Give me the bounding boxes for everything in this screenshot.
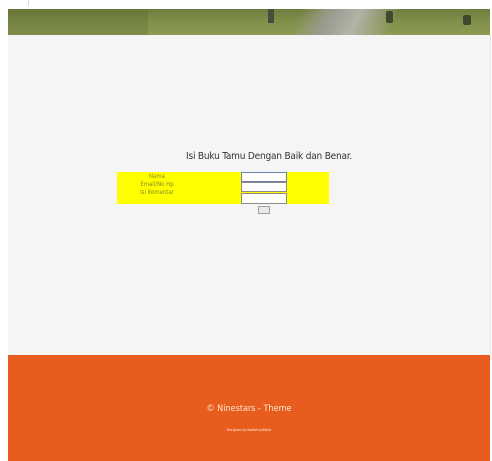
email-phone-label: Email/No Hp xyxy=(140,181,174,188)
banner-path xyxy=(293,9,398,35)
guestbook-title: Isi Buku Tamu Dengan Baik dan Benar. xyxy=(186,151,353,162)
comment-label: Isi Komentar xyxy=(140,189,174,196)
name-input[interactable] xyxy=(241,172,287,182)
banner-tree xyxy=(268,9,274,23)
banner-shade xyxy=(8,9,148,35)
name-label: Nama xyxy=(149,173,165,180)
banner-tree xyxy=(386,11,393,23)
submit-button[interactable] xyxy=(258,206,270,214)
comment-input[interactable] xyxy=(241,193,287,204)
section-divider xyxy=(490,35,491,355)
footer-credit-link[interactable]: Designed by BootstrapMade xyxy=(8,428,490,432)
header-banner-image xyxy=(8,9,490,35)
email-phone-input[interactable] xyxy=(241,182,287,192)
footer: © Ninestars - Theme Designed by Bootstra… xyxy=(8,355,490,461)
footer-copyright: © Ninestars - Theme xyxy=(206,404,292,414)
banner-tree xyxy=(463,15,471,25)
edge-tick xyxy=(28,0,29,6)
